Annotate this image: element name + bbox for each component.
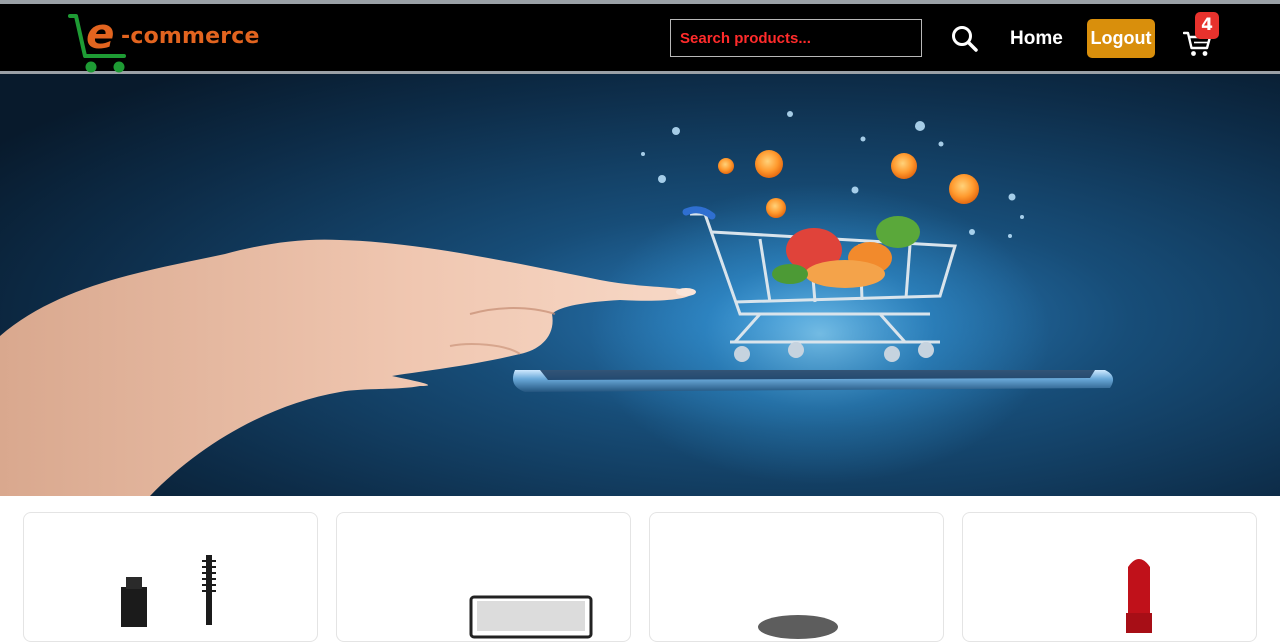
makeup-palette-image [469,595,593,639]
product-card[interactable] [23,512,318,642]
site-logo[interactable]: e -commerce [68,12,268,76]
logout-button[interactable]: Logout [1087,19,1155,58]
logo-letter: e [86,12,115,58]
red-lipstick-image [1126,559,1152,633]
product-card[interactable] [336,512,631,642]
hero-image [0,74,1280,496]
nav-home-link[interactable]: Home [1010,28,1063,50]
navbar: e -commerce Home Logout 4 [0,0,1280,74]
cart-count-badge: 4 [1195,12,1219,39]
product-grid [0,496,1280,642]
search-icon[interactable] [950,24,980,54]
logo-text: -commerce [121,24,260,49]
mascara-image [121,555,216,627]
hero-banner [0,74,1280,496]
search-input[interactable] [670,19,922,57]
product-card[interactable] [962,512,1257,642]
product-card[interactable] [649,512,944,642]
face-powder-image [758,615,838,639]
